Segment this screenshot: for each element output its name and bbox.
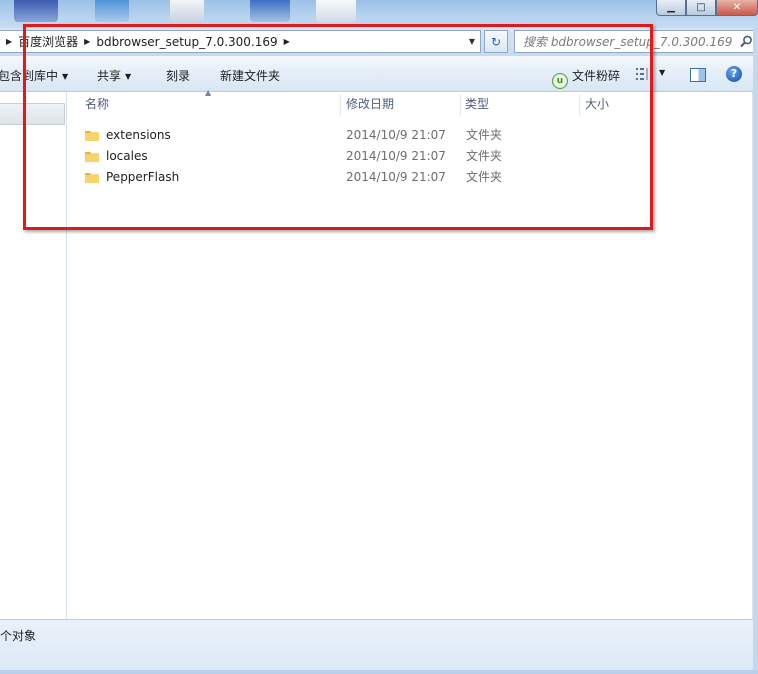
desktop-strip: ▁ □ ✕ xyxy=(0,0,758,28)
desktop-icon xyxy=(250,0,290,22)
minimize-button[interactable]: ▁ xyxy=(656,0,686,16)
folder-icon xyxy=(84,128,100,148)
chevron-down-icon[interactable]: ▼ xyxy=(659,68,665,77)
shredder-icon: u xyxy=(552,73,568,89)
chevron-right-icon[interactable]: ▶ xyxy=(6,37,12,46)
refresh-button[interactable]: ↻ xyxy=(484,30,508,53)
chevron-down-icon: ▼ xyxy=(125,72,132,81)
table-row[interactable]: locales 2014/10/9 21:07 文件夹 xyxy=(84,146,584,166)
column-header-name[interactable]: 名称 xyxy=(79,92,340,117)
desktop-icon xyxy=(14,0,58,22)
burn-button[interactable]: 刻录 xyxy=(166,67,190,84)
desktop-icon xyxy=(170,0,204,22)
chevron-down-icon[interactable]: ▼ xyxy=(464,31,480,52)
file-name: PepperFlash xyxy=(106,170,180,184)
table-row[interactable]: extensions 2014/10/9 21:07 文件夹 xyxy=(84,125,584,145)
folder-icon xyxy=(84,170,100,190)
table-row[interactable]: PepperFlash 2014/10/9 21:07 文件夹 xyxy=(84,167,584,187)
share-button[interactable]: 共享 ▼ xyxy=(97,67,131,84)
column-header-type[interactable]: 类型 xyxy=(459,92,579,117)
chevron-down-icon: ▼ xyxy=(62,72,69,81)
file-shredder-label: 文件粉碎 xyxy=(572,69,621,83)
maximize-button[interactable]: □ xyxy=(686,0,716,16)
close-button[interactable]: ✕ xyxy=(716,0,758,16)
nav-selected-item[interactable] xyxy=(0,103,65,125)
help-icon[interactable]: ? xyxy=(726,66,742,82)
window-controls: ▁ □ ✕ xyxy=(656,0,758,16)
file-list: ▲ 名称 修改日期 类型 大小 extensions 2014/10/9 21:… xyxy=(67,88,753,619)
view-options-icon[interactable] xyxy=(636,67,650,81)
include-in-library-label: 包含到库中 xyxy=(0,69,59,83)
new-folder-button[interactable]: 新建文件夹 xyxy=(220,67,280,84)
file-shredder-button[interactable]: u 文件粉碎 xyxy=(552,67,620,89)
status-bar: 个对象 xyxy=(0,619,755,671)
file-modified: 2014/10/9 21:07 xyxy=(346,128,446,142)
breadcrumb-item[interactable]: 百度浏览器 xyxy=(18,33,78,50)
address-bar[interactable]: ▶ 百度浏览器 ▶ bdbrowser_setup_7.0.300.169 ▶ … xyxy=(0,30,481,53)
column-header-size[interactable]: 大小 xyxy=(579,92,685,117)
status-item-count: 个对象 xyxy=(0,629,37,643)
chevron-right-icon[interactable]: ▶ xyxy=(284,37,290,46)
address-row: ▶ 百度浏览器 ▶ bdbrowser_setup_7.0.300.169 ▶ … xyxy=(0,28,758,56)
file-type: 文件夹 xyxy=(466,149,503,163)
command-bar: 包含到库中 ▼ 共享 ▼ 刻录 新建文件夹 u 文件粉碎 ▼ ? xyxy=(0,56,758,92)
window-border xyxy=(0,670,758,674)
search-input[interactable]: 搜索 bdbrowser_setup_7.0.300.169 xyxy=(514,30,756,53)
window-border xyxy=(753,28,758,674)
file-type: 文件夹 xyxy=(466,128,503,142)
file-type: 文件夹 xyxy=(466,170,503,184)
breadcrumb-item[interactable]: bdbrowser_setup_7.0.300.169 xyxy=(96,35,277,49)
file-name: locales xyxy=(106,149,148,163)
search-placeholder: 搜索 bdbrowser_setup_7.0.300.169 xyxy=(523,35,733,49)
share-label: 共享 xyxy=(97,69,122,83)
file-modified: 2014/10/9 21:07 xyxy=(346,170,446,184)
folder-icon xyxy=(84,149,100,169)
column-header-modified[interactable]: 修改日期 xyxy=(340,92,460,117)
navigation-pane[interactable] xyxy=(0,92,67,619)
chevron-right-icon[interactable]: ▶ xyxy=(84,37,90,46)
desktop-icon xyxy=(316,0,356,22)
file-modified: 2014/10/9 21:07 xyxy=(346,149,446,163)
preview-pane-icon[interactable] xyxy=(690,68,706,82)
desktop-icon xyxy=(95,0,129,22)
include-in-library-button[interactable]: 包含到库中 ▼ xyxy=(0,67,68,84)
file-name: extensions xyxy=(106,128,171,142)
